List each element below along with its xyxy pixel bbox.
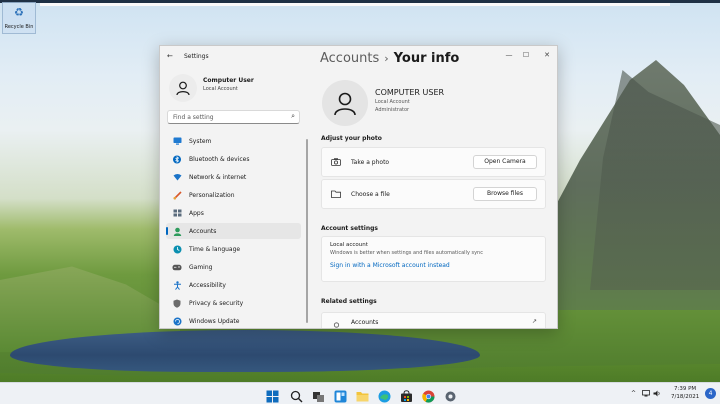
sidebar-scrollbar[interactable] [306, 139, 308, 323]
take-photo-card: Take a photo Open Camera [321, 147, 546, 177]
sidebar-item-label: Bluetooth & devices [189, 155, 250, 163]
local-account-subtitle: Windows is better when settings and file… [330, 250, 483, 256]
sidebar-item-gaming[interactable]: Gaming [166, 259, 301, 275]
shield-icon [172, 298, 182, 308]
sidebar-item-label: Windows Update [189, 317, 240, 325]
sidebar-item-personalization[interactable]: Personalization [166, 187, 301, 203]
sidebar-item-accessibility[interactable]: Accessibility [166, 277, 301, 293]
external-link-icon: ↗ [531, 318, 537, 325]
clock-date[interactable]: 7/18/2021 [671, 394, 699, 400]
search-icon[interactable] [290, 388, 303, 403]
sidebar-item-label: System [189, 137, 212, 145]
sidebar-item-network[interactable]: Network & internet [166, 169, 301, 185]
lake [10, 330, 480, 372]
folder-icon [331, 189, 341, 199]
edge-icon[interactable] [378, 388, 391, 403]
breadcrumb-parent[interactable]: Accounts [320, 51, 379, 66]
sidebar-item-label: Accessibility [189, 281, 226, 289]
user-account-type: Local Account [375, 99, 410, 105]
clock-time[interactable]: 7:39 PM [674, 386, 696, 392]
person-icon [176, 81, 190, 96]
take-photo-label: Take a photo [351, 159, 390, 166]
sidebar-item-label: Accounts [189, 227, 217, 235]
accessibility-icon [172, 280, 182, 290]
person-icon [172, 226, 182, 236]
profile-avatar[interactable] [169, 74, 197, 102]
sidebar-item-label: Gaming [189, 263, 213, 271]
monitor-icon [172, 136, 182, 146]
recycle-bin-icon: ♻ [14, 6, 24, 19]
profile-name: Computer User [203, 77, 254, 84]
widgets-icon[interactable] [334, 388, 347, 403]
breadcrumb: Accounts › Your info [320, 51, 459, 66]
sidebar-item-privacy[interactable]: Privacy & security [166, 295, 301, 311]
notification-badge[interactable]: 4 [705, 388, 716, 399]
file-explorer-icon[interactable] [356, 388, 369, 402]
profile-account-type: Local Account [203, 86, 238, 92]
recycle-bin-label: Recycle Bin [4, 24, 34, 30]
sidebar-item-windows-update[interactable]: Windows Update [166, 313, 301, 328]
sidebar-nav: System Bluetooth & devices Network & int… [166, 133, 301, 328]
account-settings-heading: Account settings [321, 225, 378, 232]
network-icon[interactable] [642, 390, 650, 399]
bluetooth-icon [172, 154, 182, 164]
apps-icon [172, 208, 182, 218]
sidebar-item-label: Apps [189, 209, 204, 217]
brush-icon [172, 190, 182, 200]
page-title: Your info [393, 51, 460, 66]
wifi-icon [172, 172, 182, 182]
choose-file-label: Choose a file [351, 191, 390, 198]
sidebar-item-apps[interactable]: Apps [166, 205, 301, 221]
microsoft-signin-link[interactable]: Sign in with a Microsoft account instead [330, 262, 450, 269]
sidebar-item-system[interactable]: System [166, 133, 301, 149]
local-account-card: Local account Windows is better when set… [321, 236, 546, 282]
breadcrumb-separator: › [384, 52, 389, 65]
sidebar-item-label: Privacy & security [189, 299, 244, 307]
person-icon [331, 321, 341, 328]
sidebar-item-label: Time & language [189, 245, 241, 253]
globe-clock-icon [172, 244, 182, 254]
sidebar-item-label: Personalization [189, 191, 235, 199]
update-icon [172, 316, 182, 326]
close-button[interactable]: ✕ [537, 49, 557, 61]
controller-icon [172, 262, 182, 272]
choose-file-card: Choose a file Browse files [321, 179, 546, 209]
browse-files-button[interactable]: Browse files [473, 187, 537, 201]
recycle-bin-desktop-icon[interactable]: ♻ Recycle Bin [2, 2, 36, 34]
person-icon [334, 92, 356, 116]
maximize-button[interactable]: ☐ [516, 49, 536, 61]
related-accounts-card[interactable]: Accounts ↗ [321, 312, 546, 328]
mountain-shade [590, 70, 720, 290]
settings-icon[interactable] [444, 388, 457, 402]
windows-start-icon[interactable] [266, 388, 279, 403]
related-accounts-label: Accounts [351, 319, 379, 326]
window-title: Settings [184, 53, 209, 60]
user-role: Administrator [375, 107, 410, 113]
taskbar: ^ 7:39 PM 7/18/2021 4 [0, 382, 720, 404]
sidebar-item-label: Network & internet [189, 173, 247, 181]
tray-overflow-chevron[interactable]: ^ [631, 390, 636, 397]
photo-section-heading: Adjust your photo [321, 135, 382, 142]
task-view-icon[interactable] [312, 388, 325, 402]
search-box[interactable]: ⌕ [167, 110, 300, 124]
chrome-icon[interactable] [422, 388, 435, 403]
local-account-title: Local account [330, 242, 368, 248]
search-icon[interactable]: ⌕ [291, 112, 295, 121]
search-input[interactable] [173, 112, 283, 123]
store-icon[interactable] [400, 388, 413, 402]
back-arrow-icon[interactable]: ← [167, 52, 173, 60]
volume-icon[interactable] [653, 390, 661, 399]
user-avatar [322, 80, 368, 126]
user-name: COMPUTER USER [375, 88, 445, 97]
sidebar-item-bluetooth[interactable]: Bluetooth & devices [166, 151, 301, 167]
open-camera-button[interactable]: Open Camera [473, 155, 537, 169]
sky-band [40, 3, 670, 6]
sidebar-item-time-language[interactable]: Time & language [166, 241, 301, 257]
camera-icon [331, 157, 341, 167]
settings-window: ← Settings — ☐ ✕ Computer User Local Acc… [159, 45, 558, 329]
related-settings-heading: Related settings [321, 298, 377, 305]
sidebar-item-accounts[interactable]: Accounts [166, 223, 301, 239]
